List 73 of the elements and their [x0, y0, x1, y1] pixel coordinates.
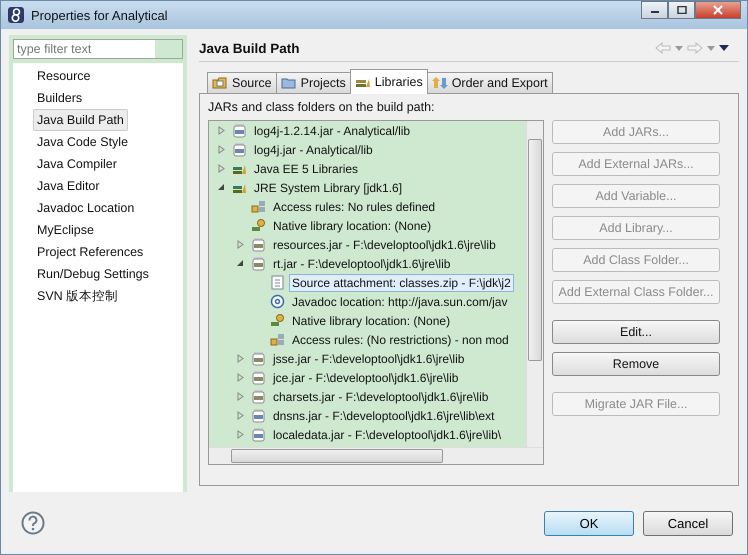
category-item[interactable]: Java Build Path: [33, 109, 128, 131]
tree-item[interactable]: localedata.jar - F:\developtool\jdk1.6\jre\lib\: [270, 426, 504, 444]
page-title: Java Build Path: [199, 40, 300, 56]
rules-icon: [251, 199, 266, 214]
filter-field[interactable]: type filter text: [13, 39, 183, 59]
rules-icon: [270, 332, 285, 347]
category-item[interactable]: Resource: [33, 65, 94, 87]
expander-icon[interactable]: [236, 259, 245, 268]
expander-icon[interactable]: [217, 183, 226, 192]
tree-item[interactable]: Native library location: (None): [289, 312, 454, 330]
tab-icon: [280, 76, 297, 90]
tree-item[interactable]: charsets.jar - F:\developtool\jdk1.6\jre\lib: [270, 388, 492, 406]
horizontal-scrollbar[interactable]: [209, 447, 543, 464]
action-button[interactable]: Remove: [552, 352, 720, 376]
category-item[interactable]: Java Compiler: [33, 153, 121, 175]
category-item[interactable]: Project References: [33, 241, 148, 263]
jar-icon: [251, 370, 266, 385]
jar-icon: [251, 237, 266, 252]
category-item[interactable]: MyEclipse: [33, 219, 98, 241]
gear-icon: [251, 218, 266, 233]
tree-item[interactable]: Source attachment: classes.zip - F:\jdk\j2: [289, 274, 514, 292]
category-item[interactable]: Java Editor: [33, 175, 104, 197]
app-icon: [7, 6, 25, 24]
close-button[interactable]: [695, 1, 741, 19]
tree-item[interactable]: resources.jar - F:\developtool\jdk1.6\jre\lib: [270, 236, 499, 254]
view-menu-icon[interactable]: [719, 45, 729, 51]
dropdown-icon[interactable]: [675, 46, 683, 50]
jar-icon: [232, 123, 247, 138]
tree-item[interactable]: jce.jar - F:\developtool\jdk1.6\jre\lib: [270, 368, 462, 386]
tree-item[interactable]: Java EE 5 Libraries: [251, 160, 362, 178]
tab[interactable]: Libraries: [350, 69, 428, 94]
jar-icon: [232, 142, 247, 157]
window-title: Properties for Analytical: [31, 8, 168, 22]
minimize-button[interactable]: [641, 1, 668, 19]
vertical-scrollbar[interactable]: [526, 121, 543, 448]
tree-item[interactable]: Access rules: No rules defined: [270, 198, 438, 216]
tree-item[interactable]: Javadoc location: http://java.sun.com/jav: [289, 292, 510, 310]
tree-item[interactable]: jsse.jar - F:\developtool\jdk1.6\jre\lib: [270, 350, 468, 368]
back-arrow-icon[interactable]: [655, 42, 671, 54]
category-item[interactable]: Run/Debug Settings: [33, 263, 153, 285]
tree-item[interactable]: Native library location: (None): [270, 216, 434, 234]
dropdown-icon[interactable]: [707, 46, 715, 50]
tree-item[interactable]: rt.jar - F:\developtool\jdk1.6\jre\lib: [270, 254, 454, 272]
tab[interactable]: Projects: [276, 72, 351, 93]
tree-item[interactable]: dnsns.jar - F:\developtool\jdk1.6\jre\lib\ext: [270, 406, 498, 424]
tree-item[interactable]: Access rules: (No restrictions) - non mod: [289, 330, 512, 348]
document-icon: [270, 275, 285, 290]
tree-item[interactable]: log4j-1.2.14.jar - Analytical/lib: [251, 122, 414, 140]
category-item[interactable]: Javadoc Location: [33, 197, 138, 219]
forward-arrow-icon[interactable]: [687, 42, 703, 54]
action-button[interactable]: Edit...: [552, 320, 720, 344]
jar-icon: [251, 351, 266, 366]
help-icon[interactable]: [21, 511, 45, 535]
category-item[interactable]: SVN 版本控制: [33, 285, 122, 307]
jar-icon: [251, 389, 266, 404]
jar-icon: [251, 427, 266, 442]
category-item[interactable]: Builders: [33, 87, 86, 109]
tab[interactable]: Order and Export: [426, 72, 553, 93]
tab[interactable]: Source: [207, 72, 277, 93]
tree-label: JARs and class folders on the build path:: [208, 100, 436, 116]
ok-button[interactable]: OK: [544, 510, 634, 536]
tree-item[interactable]: JRE System Library [jdk1.6]: [251, 178, 406, 196]
close-icon: [712, 5, 724, 15]
tab-icon: [432, 76, 448, 90]
tree-item[interactable]: log4j.jar - Analytical/lib: [251, 140, 376, 158]
tab-icon: [212, 76, 228, 90]
jar-icon: [251, 408, 266, 423]
cancel-button[interactable]: Cancel: [643, 510, 733, 536]
category-item[interactable]: Java Code Style: [33, 131, 132, 153]
jar-icon: [251, 256, 266, 271]
maximize-icon: [676, 6, 686, 14]
gear-icon: [270, 313, 285, 328]
maximize-button[interactable]: [668, 1, 695, 19]
